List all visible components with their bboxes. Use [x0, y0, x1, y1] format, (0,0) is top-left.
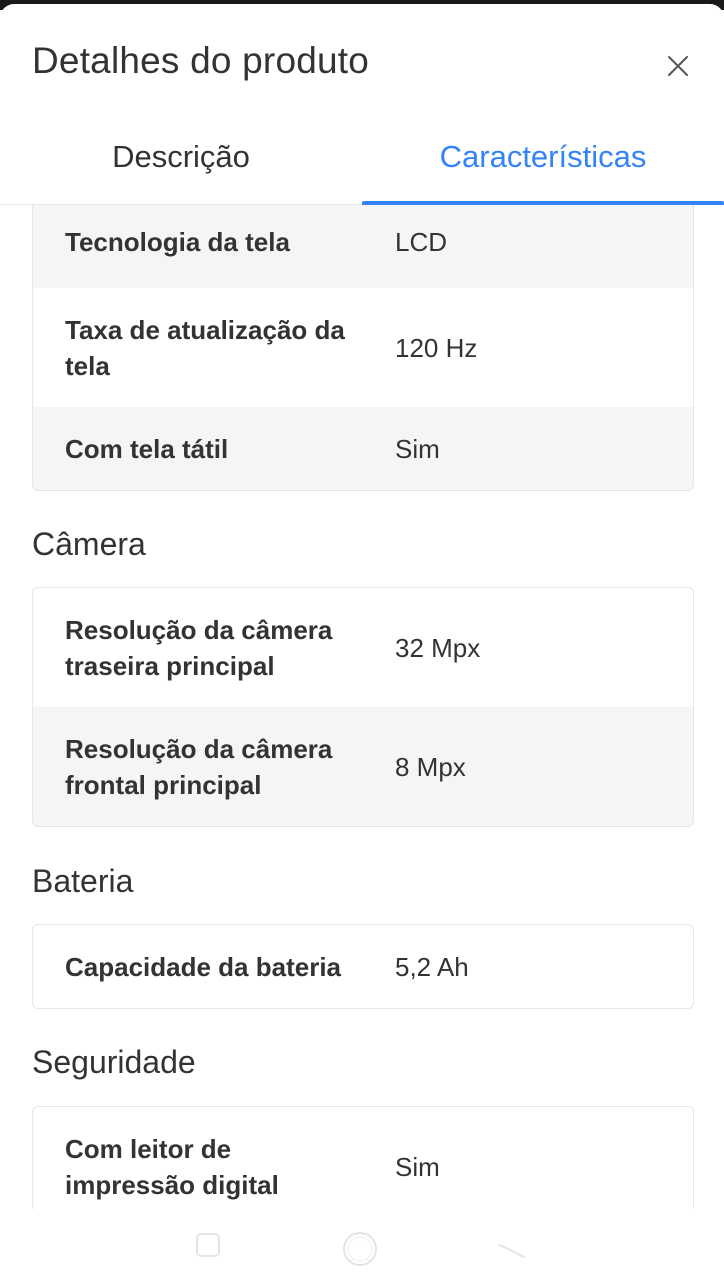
table-row: Capacidade da bateria 5,2 Ah [33, 925, 693, 1008]
system-nav-bar [0, 1209, 724, 1280]
product-details-sheet: Detalhes do produto Descrição Caracterís… [0, 4, 724, 1280]
spec-label: Resolução da câmera traseira principal [65, 614, 333, 681]
section-title-seguranca: Seguridade [32, 1044, 196, 1080]
spec-table-tela: Tecnologia da tela LCD Taxa de atualizaç… [32, 205, 694, 491]
section-title-bateria: Bateria [32, 863, 134, 899]
tab-bar: Descrição Características [0, 116, 724, 205]
spec-label: Tecnologia da tela [65, 227, 290, 257]
table-row: Com tela tátil Sim [33, 407, 693, 490]
spec-label: Taxa de atualização da tela [65, 314, 345, 381]
spec-value: 32 Mpx [395, 632, 481, 663]
section-title-camera: Câmera [32, 526, 146, 562]
home-icon [343, 1232, 377, 1266]
spec-table-seguranca: Com leitor de impressão digital Sim [32, 1106, 694, 1213]
spec-value: LCD [395, 227, 448, 257]
characteristics-content[interactable]: Tecnologia da tela LCD Taxa de atualizaç… [0, 205, 724, 1213]
spec-value: 120 Hz [395, 332, 478, 363]
table-row: Resolução da câmera frontal principal 8 … [33, 707, 693, 826]
back-button[interactable] [494, 1229, 530, 1266]
spec-label: Resolução da câmera frontal principal [65, 733, 333, 800]
spec-value: 8 Mpx [395, 751, 466, 782]
spec-value: Sim [395, 433, 440, 464]
table-row: Resolução da câmera traseira principal 3… [33, 588, 693, 707]
spec-label: Capacidade da bateria [65, 951, 341, 982]
spec-value: 5,2 Ah [395, 951, 469, 982]
back-icon [499, 1244, 525, 1258]
close-button[interactable] [660, 48, 696, 84]
close-icon [668, 56, 688, 76]
page-title: Detalhes do produto [32, 40, 370, 81]
sheet-header: Detalhes do produto [0, 4, 724, 120]
table-row: Tecnologia da tela LCD [33, 205, 693, 288]
recent-apps-button[interactable] [192, 1229, 224, 1266]
spec-value: Sim [395, 1151, 440, 1182]
spec-label: Com tela tátil [65, 433, 229, 464]
spec-table-bateria: Capacidade da bateria 5,2 Ah [32, 924, 694, 1009]
recent-apps-icon [196, 1233, 220, 1257]
tab-caracteristicas[interactable]: Características [362, 116, 724, 205]
table-row: Taxa de atualização da tela 120 Hz [33, 288, 693, 407]
page: Detalhes do produto Descrição Caracterís… [0, 0, 724, 1280]
table-row: Com leitor de impressão digital Sim [33, 1107, 693, 1213]
spec-table-camera: Resolução da câmera traseira principal 3… [32, 587, 694, 827]
tab-descricao[interactable]: Descrição [0, 116, 362, 204]
home-button[interactable] [340, 1229, 380, 1274]
spec-label: Com leitor de impressão digital [65, 1133, 279, 1200]
